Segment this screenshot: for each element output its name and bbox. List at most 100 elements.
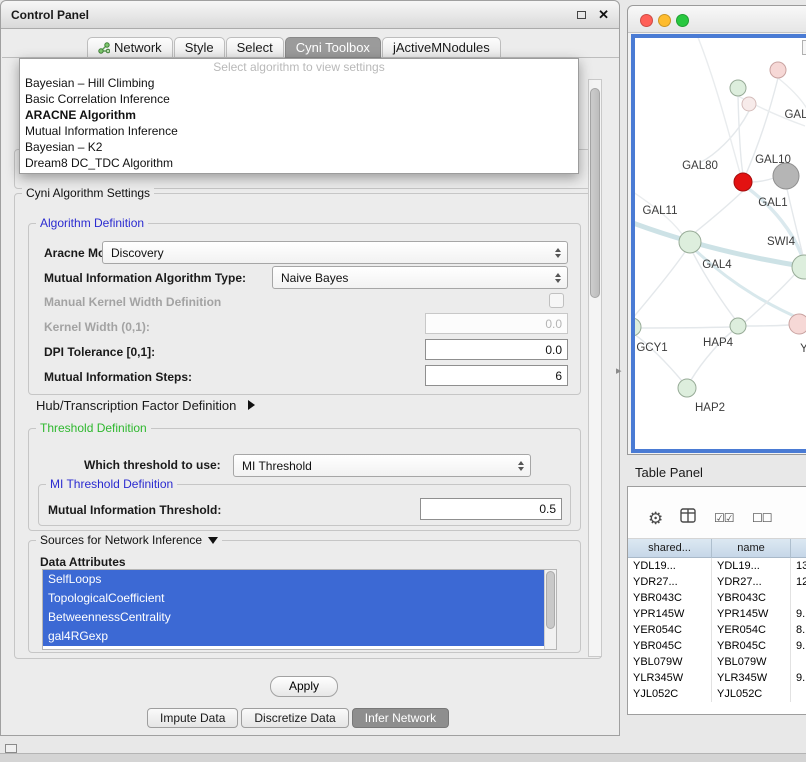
float-window-icon[interactable] <box>577 11 586 19</box>
node-gal4[interactable] <box>679 231 701 253</box>
list-item[interactable]: BetweennessCentrality <box>43 608 544 627</box>
panel-scrollbar[interactable] <box>588 79 602 657</box>
deselect-all-rows-icon[interactable]: ☐☐ <box>752 511 772 525</box>
cell: 9. <box>791 670 806 686</box>
view-scroll-corner[interactable] <box>802 40 806 55</box>
list-item[interactable]: SelfLoops <box>43 570 544 589</box>
control-panel-titlebar[interactable]: Control Panel ✕ <box>1 1 619 29</box>
dropdown-option[interactable]: Basic Correlation Inference <box>20 91 578 107</box>
dropdown-option[interactable]: Bayesian – Hill Climbing <box>20 75 578 91</box>
panel-splitter-handle[interactable]: ▸ <box>616 364 622 377</box>
network-node[interactable] <box>770 62 786 78</box>
show-columns-icon[interactable] <box>680 508 697 524</box>
hub-definition-header[interactable]: Hub/Transcription Factor Definition <box>36 398 255 413</box>
mi-threshold-label: Mutual Information Threshold: <box>48 503 221 517</box>
cell: YBR045C <box>628 638 712 654</box>
node-label: HAP4 <box>703 337 734 349</box>
close-icon[interactable]: ✕ <box>598 8 609 21</box>
list-scrollbar[interactable] <box>544 570 556 649</box>
zoom-traffic-light[interactable] <box>676 14 689 27</box>
manual-kernel-width-checkbox[interactable] <box>549 293 564 308</box>
node-gcy1[interactable] <box>635 318 641 336</box>
table-row[interactable]: YDL19... YDL19... 13 <box>628 558 806 574</box>
table-row[interactable]: YDR27... YDR27... 12 <box>628 574 806 590</box>
dpi-tolerance-field[interactable]: 0.0 <box>425 339 568 360</box>
mi-steps-label: Mutual Information Steps: <box>44 370 192 384</box>
table-row[interactable]: YPR145W YPR145W 9. <box>628 606 806 622</box>
tab-select[interactable]: Select <box>226 37 284 58</box>
sources-group-header[interactable]: Sources for Network Inference <box>36 533 222 548</box>
cell: 9. <box>791 606 806 622</box>
network-node[interactable] <box>730 80 746 96</box>
node-label: GAL4 <box>702 259 732 271</box>
cell: YDR27... <box>628 574 712 590</box>
table-panel-title: Table Panel <box>635 465 703 480</box>
tab-style[interactable]: Style <box>174 37 225 58</box>
list-item[interactable]: gal4RGexp <box>43 627 544 646</box>
gear-icon[interactable]: ⚙ <box>648 509 663 529</box>
dropdown-option[interactable]: Mutual Information Inference <box>20 123 578 139</box>
tab-infer-network[interactable]: Infer Network <box>352 708 449 728</box>
network-window-titlebar[interactable] <box>628 6 806 33</box>
node-label: GAL1 <box>758 197 787 209</box>
column-header[interactable] <box>791 539 806 558</box>
aracne-mode-select[interactable]: Discovery <box>102 241 568 264</box>
table-body: YDL19... YDL19... 13 YDR27... YDR27... 1… <box>628 558 806 702</box>
table-row[interactable]: YBL079W YBL079W <box>628 654 806 670</box>
node-gray[interactable] <box>773 163 799 189</box>
mi-threshold-field[interactable]: 0.5 <box>420 498 562 520</box>
node-label: SWI4 <box>767 236 796 248</box>
kernel-width-label: Kernel Width (0,1): <box>44 320 150 334</box>
minimized-window-icon[interactable] <box>5 744 17 753</box>
sources-group-title: Sources for Network Inference <box>40 533 202 547</box>
cell: YPR145W <box>628 606 712 622</box>
table-row[interactable]: YBR045C YBR045C 9. <box>628 638 806 654</box>
node-hap4[interactable] <box>730 318 746 334</box>
node-gal10-red[interactable] <box>734 173 752 191</box>
window-title: Control Panel <box>11 8 89 22</box>
tab-cyni-toolbox[interactable]: Cyni Toolbox <box>285 37 381 58</box>
dropdown-option-selected[interactable]: ARACNE Algorithm <box>20 107 578 123</box>
apply-button[interactable]: Apply <box>270 676 338 697</box>
tab-network[interactable]: Network <box>87 37 173 58</box>
table-row[interactable]: YJL052C YJL052C <box>628 686 806 702</box>
group-title: Cyni Algorithm Settings <box>22 186 154 201</box>
combo-value: Naive Bayes <box>281 271 348 285</box>
combo-stepper-icon <box>555 248 563 258</box>
minimize-traffic-light[interactable] <box>658 14 671 27</box>
cell: YER054C <box>628 622 712 638</box>
column-header[interactable]: shared... <box>628 539 712 558</box>
dropdown-option[interactable]: Bayesian – K2 <box>20 139 578 155</box>
close-traffic-light[interactable] <box>640 14 653 27</box>
table-row[interactable]: YLR345W YLR345W 9. <box>628 670 806 686</box>
collapsed-arrow-icon <box>248 400 255 410</box>
tab-jactivemodules[interactable]: jActiveMNodules <box>382 37 501 58</box>
tab-impute-data[interactable]: Impute Data <box>147 708 238 728</box>
column-header[interactable]: name <box>712 539 791 558</box>
list-item[interactable]: TopologicalCoefficient <box>43 589 544 608</box>
network-node[interactable] <box>789 314 806 334</box>
mi-algorithm-type-select[interactable]: Naive Bayes <box>272 266 568 289</box>
kernel-width-field[interactable]: 0.0 <box>425 313 568 334</box>
cell: 8. <box>791 622 806 638</box>
mi-steps-field[interactable]: 6 <box>425 365 568 386</box>
table-row[interactable]: YBR043C YBR043C <box>628 590 806 606</box>
select-all-rows-icon[interactable]: ☑☑ <box>714 511 734 525</box>
tab-label: jActiveMNodules <box>393 38 490 58</box>
tab-discretize-data[interactable]: Discretize Data <box>241 708 348 728</box>
field-value: 6 <box>555 369 562 383</box>
which-threshold-select[interactable]: MI Threshold <box>233 454 531 477</box>
network-canvas[interactable]: GAL80 GAL10 GAL11 GAL1 SWI4 GAL4 GCY1 HA… <box>631 34 806 453</box>
node-hap2[interactable] <box>678 379 696 397</box>
dropdown-option[interactable]: Dream8 DC_TDC Algorithm <box>20 155 578 171</box>
scrollbar-thumb[interactable] <box>590 88 600 298</box>
table-panel-window: ⚙ ☑☑ ☐☐ shared... name YDL19... YDL19...… <box>627 486 806 715</box>
cell: YJL052C <box>712 686 791 702</box>
network-node[interactable] <box>742 97 756 111</box>
combo-value: MI Threshold <box>242 459 312 473</box>
table-row[interactable]: YER054C YER054C 8. <box>628 622 806 638</box>
cell: YER054C <box>712 622 791 638</box>
table-header: shared... name <box>628 539 806 558</box>
cell: YBR043C <box>712 590 791 606</box>
algorithm-dropdown-popup: Select algorithm to view settings Bayesi… <box>19 58 579 174</box>
